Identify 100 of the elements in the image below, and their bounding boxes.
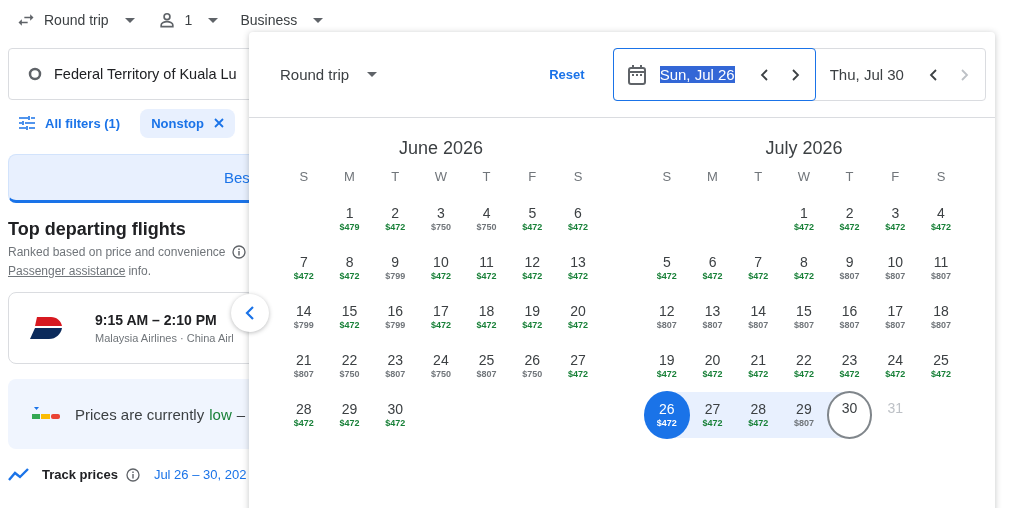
calendar-day[interactable]: 3 $472 [872, 195, 919, 242]
calendar-day[interactable]: 23 $472 [826, 342, 873, 389]
month-title: June 2026 [397, 138, 485, 160]
calendar-day[interactable]: 8 $472 [781, 244, 827, 291]
info-text: info. [128, 264, 152, 278]
calendar-day[interactable]: 22 $750 [326, 342, 373, 389]
calendar-day[interactable]: 2 $472 [372, 195, 419, 242]
calendar-day[interactable]: 9 $799 [372, 244, 419, 291]
price-level-word: low [209, 405, 232, 423]
calendar-day[interactable]: 11 $472 [463, 244, 510, 291]
calendar-day[interactable]: 6 $472 [555, 195, 601, 242]
calendar-day[interactable]: 30 $472 [372, 391, 419, 438]
calendar-day[interactable]: 21 $807 [281, 342, 327, 389]
calendar-day[interactable]: 18 $472 [463, 293, 510, 340]
caret-icon [367, 72, 378, 77]
weekday-label: T [390, 168, 401, 186]
origin-field[interactable]: Federal Territory of Kuala Lu [8, 48, 249, 100]
airline-logo-icon [29, 315, 63, 341]
calendar-day[interactable]: 2 $472 [826, 195, 873, 242]
calendar-day[interactable]: 24 $750 [418, 342, 464, 389]
calendar-day[interactable]: 7 $472 [735, 244, 782, 291]
calendar-day[interactable]: 1 $472 [781, 195, 827, 242]
weekday-label: F [890, 168, 901, 186]
calendar-day[interactable]: 7 $472 [281, 244, 327, 291]
calendar-day[interactable]: 15 $472 [326, 293, 373, 340]
calendar-day[interactable]: 16 $799 [372, 293, 419, 340]
calendar-day[interactable]: 10 $472 [418, 244, 464, 291]
cabin-class-dropdown[interactable]: Business [240, 12, 324, 28]
calendar-day[interactable]: 16 $807 [826, 293, 873, 340]
calendar-day[interactable]: 6 $472 [689, 244, 736, 291]
calendar-day[interactable]: 25 $472 [918, 342, 964, 389]
calendar-day[interactable]: 28 $472 [281, 391, 327, 438]
calendar-day[interactable]: 23 $807 [372, 342, 419, 389]
weekday-label: S [572, 168, 584, 186]
calendar-day[interactable]: 19 $472 [644, 342, 690, 389]
calendar-day[interactable]: 13 $472 [555, 244, 601, 291]
weekday-label: W [433, 168, 449, 186]
calendar-day[interactable]: 28 $472 [735, 391, 782, 438]
calendar-day[interactable]: 22 $472 [781, 342, 827, 389]
calendar-day[interactable]: 21 $472 [735, 342, 782, 389]
weekday-label: T [481, 168, 492, 186]
calendar-day[interactable]: 17 $472 [418, 293, 464, 340]
calendar-day[interactable]: 27 $472 [689, 391, 736, 438]
calendar-day[interactable]: 30 [826, 390, 873, 439]
reset-button[interactable]: Reset [539, 59, 595, 90]
section-heading: Top departing flights [8, 219, 187, 240]
passengers-dropdown[interactable]: 1 [156, 10, 219, 30]
passenger-assistance-link[interactable]: Passenger assistance [8, 264, 126, 278]
chevron-left-icon [245, 305, 255, 321]
calendar-day[interactable]: 9 $807 [826, 244, 873, 291]
trip-type-dropdown[interactable]: Round trip [16, 10, 135, 30]
calendar-day[interactable]: 10 $807 [872, 244, 919, 291]
calendar-day[interactable]: 5 $472 [644, 244, 690, 291]
info-icon [125, 467, 140, 482]
calendar-day[interactable]: 25 $807 [463, 342, 510, 389]
calendar-day[interactable]: 19 $472 [509, 293, 556, 340]
weekday-label: S [661, 168, 673, 186]
calendar-day[interactable]: 18 $807 [918, 293, 964, 340]
calendar-day[interactable]: 14 $799 [281, 293, 327, 340]
calendar-day[interactable]: 4 $750 [463, 195, 510, 242]
calendar-day[interactable]: 15 $807 [781, 293, 827, 340]
calendar-day[interactable]: 27 $472 [555, 342, 601, 389]
weekday-label: W [796, 168, 812, 186]
calendar-day[interactable]: 26 $472 [644, 390, 690, 439]
calendar-day[interactable]: 8 $472 [326, 244, 373, 291]
ranking-note: Ranked based on price and convenience [8, 245, 226, 259]
calendar-day[interactable]: 3 $750 [418, 195, 464, 242]
calendar-day[interactable]: 14 $807 [735, 293, 782, 340]
calendar-day[interactable]: 29 $472 [326, 391, 373, 438]
info-icon [231, 245, 246, 259]
flight-card[interactable]: 9:15 AM – 2:10 PM Malaysia Airlines · China Airl [8, 292, 249, 364]
calendar-day[interactable]: 29 $807 [781, 391, 827, 438]
calendar-day[interactable]: 4 $472 [918, 195, 964, 242]
weekday-label: S [298, 168, 310, 186]
calendar-day[interactable]: 5 $472 [509, 195, 556, 242]
calendar-day[interactable]: 20 $472 [555, 293, 601, 340]
calendar-day[interactable]: 11 $807 [918, 244, 964, 291]
weekday-label: M [706, 168, 719, 186]
price-level-icon [32, 407, 60, 421]
calendar-day[interactable]: 24 $472 [872, 342, 919, 389]
weekday-label: T [844, 168, 855, 186]
month-title: July 2026 [764, 138, 844, 160]
calendar-day[interactable]: 1 $479 [326, 195, 373, 242]
calendar-day[interactable]: 26 $750 [509, 342, 556, 389]
price-insight-lead: Prices are currently [75, 405, 205, 423]
airline-names: Malaysia Airlines · China Airl [95, 332, 234, 344]
dash-text: – [236, 405, 246, 423]
filter-chip[interactable]: Nonstop [140, 108, 235, 138]
calendar-day[interactable]: 13 $807 [689, 293, 736, 340]
all-filters-button[interactable]: All filters (1) [19, 115, 121, 131]
back-button[interactable] [231, 294, 269, 332]
weekday-label: F [527, 168, 538, 186]
calendar-day[interactable]: 12 $472 [509, 244, 556, 291]
sort-tab[interactable]: Bes [8, 154, 249, 203]
track-prices-label: Track prices [42, 467, 118, 482]
calendar-day[interactable]: 20 $472 [689, 342, 736, 389]
tracked-dates: Jul 26 – 30, 202 [153, 467, 247, 482]
calendar-day[interactable]: 17 $807 [872, 293, 919, 340]
calendar-day[interactable]: 12 $807 [644, 293, 690, 340]
trip-type-dropdown[interactable]: Round trip [268, 56, 390, 93]
